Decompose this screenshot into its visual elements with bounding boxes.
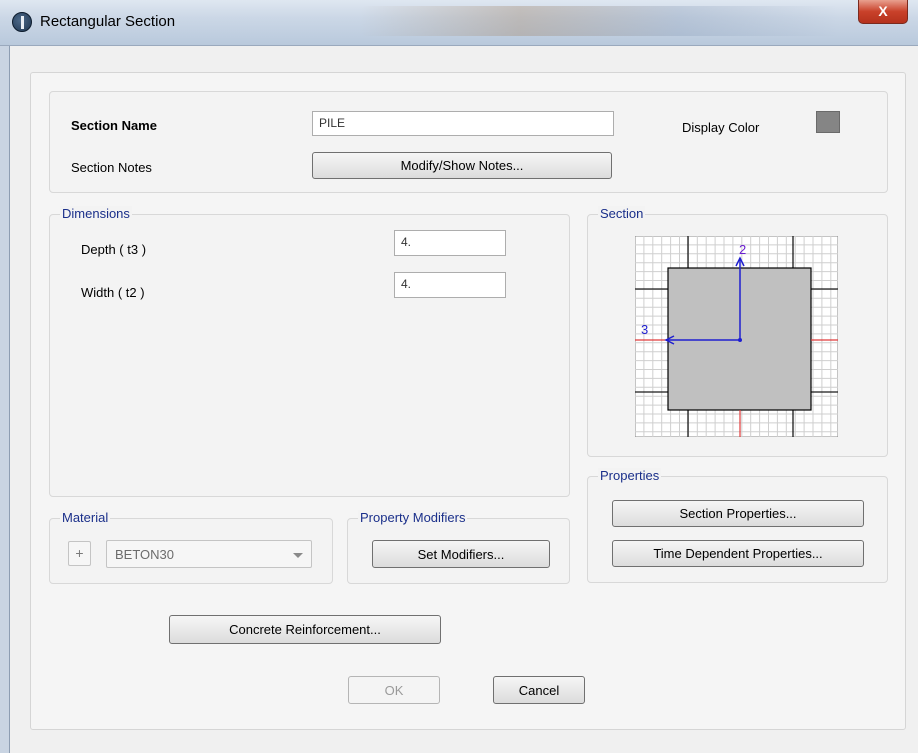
depth-label: Depth ( t3 ) (81, 242, 147, 257)
display-color-label: Display Color (682, 120, 760, 135)
section-drawing: 2 3 (635, 236, 838, 437)
chevron-down-icon (293, 553, 303, 558)
dimensions-legend: Dimensions (60, 206, 132, 221)
property-modifiers-group: Property Modifiers Set Modifiers... (347, 510, 570, 584)
section-centroid (738, 338, 742, 342)
properties-legend: Properties (598, 468, 662, 483)
section-preview-group: Section 2 3 (587, 206, 888, 457)
window-left-border (0, 46, 10, 753)
section-header-group: Section Name PILE Display Color Section … (49, 91, 888, 193)
axis-3-label: 3 (641, 322, 648, 337)
section-properties-button[interactable]: Section Properties... (612, 500, 864, 527)
window-title: Rectangular Section (40, 13, 176, 30)
set-modifiers-button[interactable]: Set Modifiers... (372, 540, 550, 568)
dimensions-group: Dimensions Depth ( t3 ) 4. Width ( t2 ) … (49, 206, 570, 497)
width-label: Width ( t2 ) (81, 285, 145, 300)
modify-notes-button[interactable]: Modify/Show Notes... (312, 152, 612, 179)
background-blur (360, 6, 840, 36)
section-name-label: Section Name (71, 118, 157, 133)
axis-2-label: 2 (739, 242, 746, 257)
depth-input[interactable]: 4. (394, 230, 506, 256)
material-legend: Material (60, 510, 111, 525)
cancel-button[interactable]: Cancel (493, 676, 585, 704)
ok-button[interactable]: OK (348, 676, 440, 704)
title-bar: Rectangular Section X (0, 0, 918, 46)
material-dropdown[interactable]: BETON30 (106, 540, 312, 568)
concrete-reinforcement-button[interactable]: Concrete Reinforcement... (169, 615, 441, 644)
material-group: Material + BETON30 (49, 510, 333, 584)
width-input[interactable]: 4. (394, 272, 506, 298)
display-color-swatch[interactable] (816, 111, 840, 133)
section-legend: Section (598, 206, 646, 221)
property-modifiers-legend: Property Modifiers (358, 510, 468, 525)
close-button[interactable]: X (858, 0, 908, 24)
time-dependent-properties-button[interactable]: Time Dependent Properties... (612, 540, 864, 567)
add-material-button[interactable]: + (68, 541, 91, 566)
material-selected-value: BETON30 (115, 546, 175, 562)
section-notes-label: Section Notes (71, 160, 152, 175)
properties-group: Properties Section Properties... Time De… (587, 468, 888, 583)
app-globe-icon (12, 12, 32, 32)
section-name-input[interactable]: PILE (312, 111, 614, 136)
